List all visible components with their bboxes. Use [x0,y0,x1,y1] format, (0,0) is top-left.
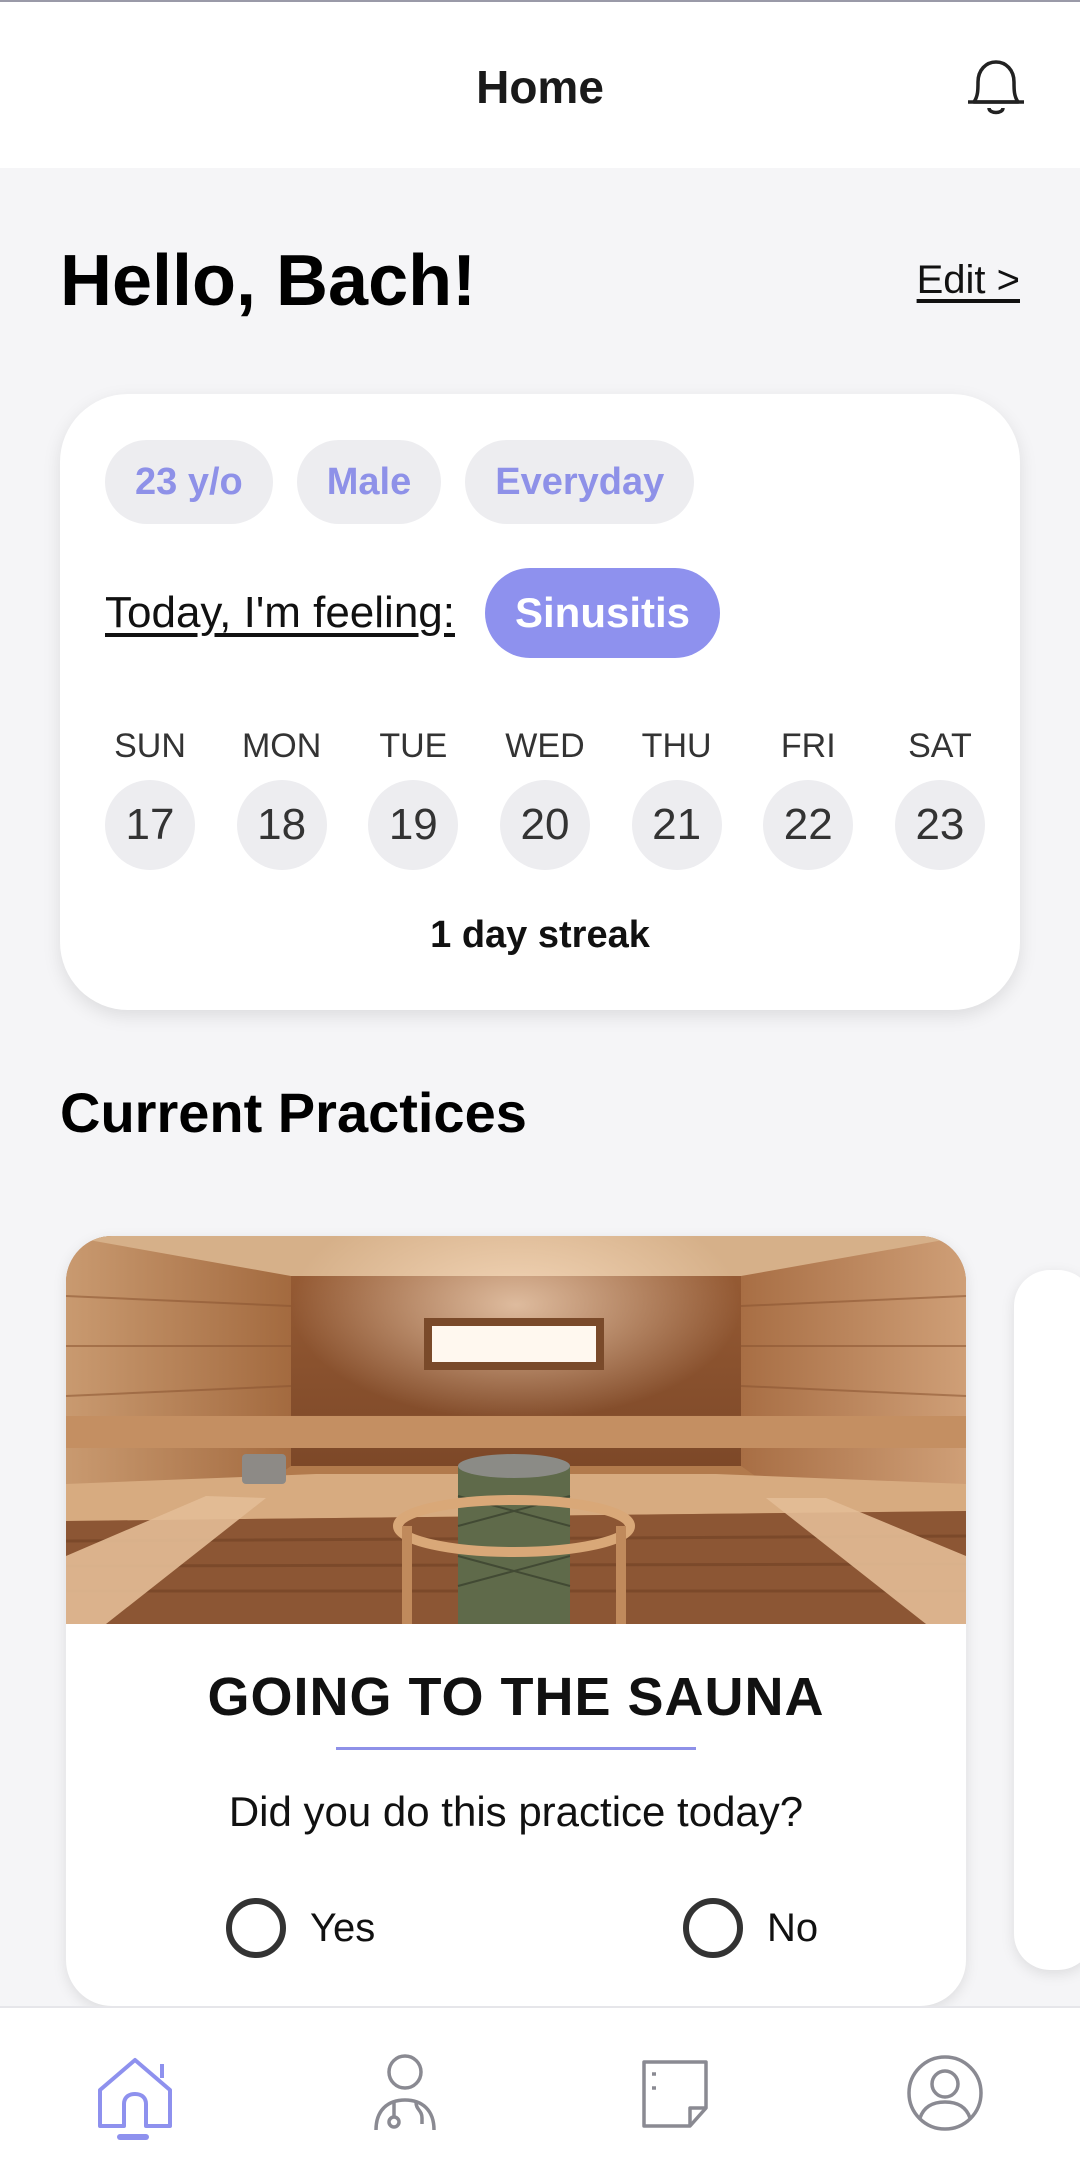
nav-practitioner[interactable] [360,2048,450,2138]
doctor-icon [374,2054,436,2131]
greeting-heading: Hello, Bach! [60,241,477,321]
nav-home[interactable] [90,2048,180,2138]
day-thu[interactable]: THU 21 [631,724,722,870]
bottom-navigation [0,2006,1080,2170]
day-mon[interactable]: MON 18 [236,724,327,870]
section-title-practices: Current Practices [60,1081,527,1144]
practice-card[interactable]: GOING TO THE SAUNA Did you do this pract… [66,1236,966,2006]
day-sat[interactable]: SAT 23 [894,724,985,870]
day-name: FRI [780,727,836,765]
yes-label: Yes [310,1905,376,1950]
day-name: TUE [379,727,448,765]
top-app-bar: Home [0,0,1080,168]
day-number: 19 [368,780,459,870]
home-icon [98,2058,172,2128]
profile-tags: 23 y/o Male Everyday [105,440,695,524]
day-tue[interactable]: TUE 19 [368,724,459,870]
day-number: 17 [105,780,195,870]
no-label: No [767,1905,819,1950]
note-icon [642,2060,708,2128]
title-divider [336,1747,696,1750]
edit-profile-link[interactable]: Edit > [917,258,1020,303]
feeling-chip[interactable]: Sinusitis [484,568,721,658]
day-name: THU [641,727,712,765]
day-number: 18 [236,780,327,870]
active-tab-indicator [117,2134,149,2140]
sauna-image [66,1236,966,1624]
day-name: SAT [908,727,972,765]
nav-notes[interactable] [630,2048,720,2138]
feeling-row: Today, I'm feeling: Sinusitis [105,568,721,658]
day-fri[interactable]: FRI 22 [763,724,854,870]
page-title: Home [476,61,604,113]
streak-text: 1 day streak [430,914,650,956]
yes-radio[interactable] [226,1898,286,1958]
gender-tag: Male [296,440,442,524]
nav-profile[interactable] [900,2048,990,2138]
yes-option[interactable]: Yes [226,1898,375,1958]
feeling-label[interactable]: Today, I'm feeling: [105,588,455,638]
profile-icon [907,2055,983,2131]
day-number: 20 [499,780,590,870]
day-wed[interactable]: WED 20 [499,724,590,870]
day-number: 23 [894,780,985,870]
day-number: 21 [631,780,722,870]
day-name: MON [241,727,322,765]
no-option[interactable]: No [683,1898,818,1958]
frequency-tag: Everyday [465,440,695,524]
practice-question: Did you do this practice today? [228,1788,804,1835]
day-number: 22 [763,780,854,870]
no-radio[interactable] [683,1898,743,1958]
day-name: WED [505,727,585,765]
week-calendar: SUN 17 MON 18 TUE 19 WED 20 THU 21 FRI 2… [105,724,985,870]
day-sun[interactable]: SUN 17 [105,724,195,870]
next-practice-card-peek[interactable] [1014,1270,1080,1970]
age-tag: 23 y/o [105,440,273,524]
profile-summary-card: 23 y/o Male Everyday Today, I'm feeling:… [60,394,1020,1010]
bell-icon[interactable] [964,54,1028,120]
day-name: SUN [114,727,186,765]
practice-title: GOING TO THE SAUNA [207,1667,825,1727]
